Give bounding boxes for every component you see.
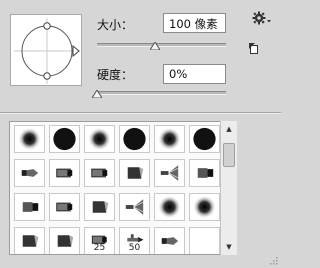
brush-size-label: 50 — [128, 243, 141, 253]
brush-preset-tile[interactable]: 50 — [119, 227, 150, 254]
brush-preset-tile[interactable] — [84, 125, 115, 153]
brush-preset-tile[interactable] — [14, 125, 45, 153]
hardness-label: 硬度： — [97, 68, 134, 82]
brush-preset-tile[interactable] — [154, 227, 185, 254]
brush-preset-tile[interactable] — [119, 125, 150, 153]
tool-marker-brush-icon — [56, 202, 73, 212]
scroll-down-arrow[interactable]: ▼ — [221, 240, 237, 254]
size-label: 大小： — [97, 18, 134, 32]
brush-preset-tile[interactable] — [14, 193, 45, 221]
tool-chisel-brush-icon — [92, 201, 109, 213]
tool-fan-brush-icon — [125, 199, 144, 215]
brush-preset-tile[interactable] — [84, 193, 115, 221]
tool-chisel-brush-icon — [57, 235, 74, 247]
angle-handle — [72, 44, 80, 58]
tool-chisel-brush-icon — [22, 235, 39, 247]
brush-size-label: 25 — [93, 243, 106, 253]
tool-flat-brush-icon — [22, 202, 39, 212]
size-slider-thumb[interactable] — [150, 42, 161, 50]
hardness-slider-thumb[interactable] — [92, 90, 102, 98]
brush-preset-tile[interactable]: 25 — [84, 227, 115, 254]
tool-marker-brush-icon — [91, 168, 108, 178]
brush-preset-tile[interactable] — [49, 227, 80, 254]
tool-pen-brush-icon — [161, 237, 179, 245]
tool-chisel-brush-icon — [127, 167, 144, 179]
soft-round-brush-icon — [87, 127, 112, 151]
hardness-field[interactable]: 0% — [163, 64, 226, 84]
soft-round-brush-icon — [17, 127, 42, 151]
scroll-thumb[interactable] — [223, 143, 235, 167]
roundness-handle-bottom — [43, 72, 51, 80]
roundness-handle-top — [43, 22, 51, 30]
tool-fan-brush-icon — [160, 165, 179, 181]
brush-preset-panel: 大小： 100 像素 硬度： 0% 25 50 ▲ ▼ — [0, 0, 281, 268]
tool-pen-brush-icon — [21, 169, 39, 177]
hard-round-brush-icon — [193, 127, 216, 151]
brush-preset-tile[interactable] — [119, 193, 150, 221]
brush-preset-tile[interactable] — [189, 159, 220, 187]
size-field[interactable]: 100 像素 — [163, 13, 226, 33]
brush-preset-tile[interactable] — [49, 159, 80, 187]
tool-flat-brush-icon — [197, 168, 214, 178]
gear-icon[interactable] — [252, 11, 272, 27]
brush-tip-preview[interactable] — [10, 14, 82, 86]
brush-preset-tile[interactable] — [154, 193, 185, 221]
brush-preset-tile[interactable] — [14, 227, 45, 254]
hard-round-brush-icon — [53, 127, 76, 151]
brush-preset-tile[interactable] — [119, 159, 150, 187]
hardness-slider-track[interactable] — [97, 91, 226, 95]
brush-preset-tile[interactable] — [154, 125, 185, 153]
brush-preset-list[interactable]: 25 50 — [9, 121, 237, 255]
new-preset-icon[interactable] — [249, 43, 260, 54]
section-divider-highlight — [0, 113, 281, 114]
size-slider-track[interactable] — [97, 43, 226, 47]
resize-grip-icon[interactable] — [267, 255, 279, 267]
soft-round-brush-icon — [192, 195, 217, 219]
brush-preset-tile[interactable] — [154, 159, 185, 187]
brush-preset-tile[interactable] — [49, 125, 80, 153]
brush-preset-tile[interactable] — [84, 159, 115, 187]
brush-preset-tile[interactable] — [189, 227, 220, 254]
brush-list-scrollbar[interactable]: ▲ ▼ — [220, 121, 237, 255]
brush-preset-tile[interactable] — [189, 193, 220, 221]
hard-round-brush-icon — [123, 127, 146, 151]
angle-roundness-control[interactable] — [11, 15, 83, 87]
scroll-up-arrow[interactable]: ▲ — [221, 122, 237, 136]
brush-preset-tile[interactable] — [189, 125, 220, 153]
brush-preset-tile[interactable] — [14, 159, 45, 187]
tool-marker-brush-icon — [56, 168, 73, 178]
soft-round-brush-icon — [157, 127, 182, 151]
soft-round-brush-icon — [157, 195, 182, 219]
brush-preset-tile[interactable] — [49, 193, 80, 221]
